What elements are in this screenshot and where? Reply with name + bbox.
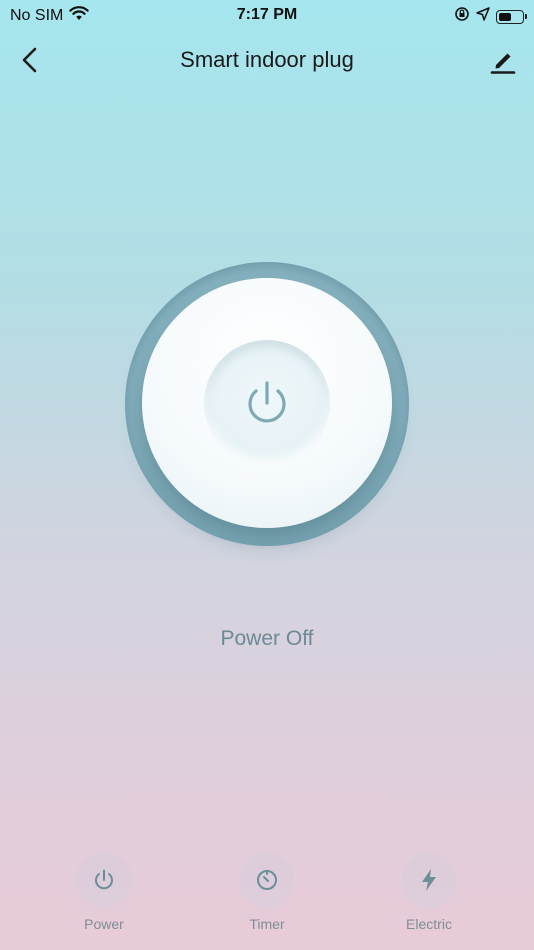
power-state-label: Power Off xyxy=(220,627,314,650)
status-bar: No SIM 7:17 PM xyxy=(0,0,534,32)
tab-electric-circle xyxy=(401,852,457,908)
page-title: Smart indoor plug xyxy=(180,47,354,72)
lightning-icon xyxy=(422,869,436,891)
power-icon xyxy=(248,381,286,423)
tab-timer-circle xyxy=(239,852,295,908)
power-knob-center xyxy=(204,340,330,466)
power-toggle-button[interactable] xyxy=(142,278,392,528)
power-icon xyxy=(95,869,113,890)
status-right xyxy=(454,6,527,27)
bottom-tab-bar: Power Timer Electric xyxy=(0,852,534,942)
timer-icon xyxy=(257,870,277,890)
orientation-lock-icon xyxy=(454,6,470,27)
battery-icon xyxy=(496,9,527,24)
tab-electric[interactable]: Electric xyxy=(384,852,474,932)
tab-electric-label: Electric xyxy=(406,916,452,932)
tab-power[interactable]: Power xyxy=(59,852,149,932)
location-icon xyxy=(476,7,490,26)
nav-bar: Smart indoor plug xyxy=(0,36,534,86)
battery-fill xyxy=(499,12,511,21)
tab-timer[interactable]: Timer xyxy=(222,852,312,932)
tab-power-label: Power xyxy=(84,916,124,932)
tab-power-circle xyxy=(76,852,132,908)
tab-timer-label: Timer xyxy=(249,916,285,932)
edit-button[interactable] xyxy=(486,44,520,78)
pencil-icon xyxy=(490,53,516,74)
